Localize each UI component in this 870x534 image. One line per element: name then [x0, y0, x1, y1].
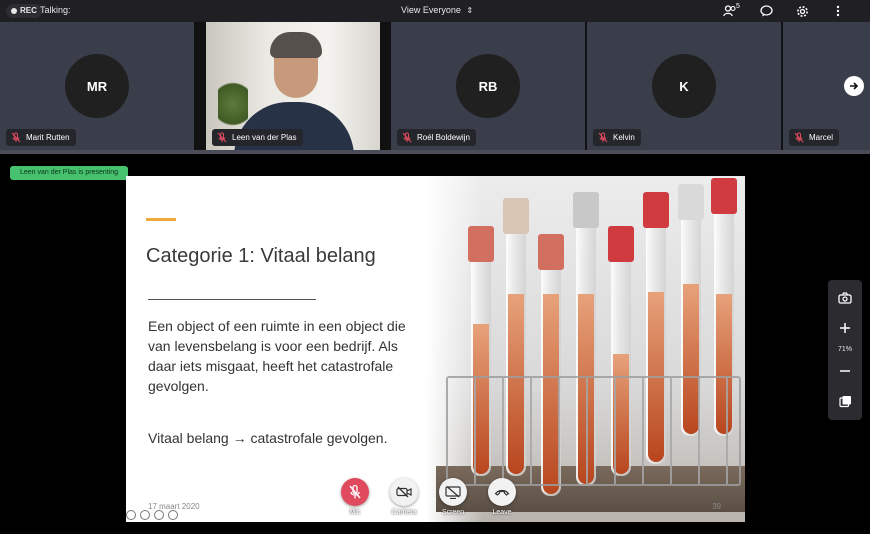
participant-video-tile[interactable]: Leen van der Plas [206, 22, 380, 150]
tube-rack [446, 376, 741, 486]
leave-control: Leave [485, 478, 519, 516]
grid-icon[interactable] [154, 510, 164, 520]
slide-accent-bar [146, 218, 176, 221]
call-controls: Mic Camera Screen Leave [338, 478, 519, 516]
camera-label: Camera [391, 509, 417, 516]
avatar: K [652, 54, 716, 118]
pen-icon[interactable] [140, 510, 150, 520]
rec-indicator: REC [6, 4, 42, 18]
slide-body-text: Een object of een ruimte in een object d… [148, 318, 406, 394]
slide-page-number: 39 [712, 502, 721, 511]
screen-share-button[interactable] [439, 478, 467, 506]
video-person-hair [270, 32, 322, 58]
screen-control: Screen [436, 478, 470, 516]
leave-button[interactable] [488, 478, 516, 506]
participant-name: Marcel [809, 133, 834, 142]
hang-up-icon [494, 489, 510, 496]
view-everyone-toggle[interactable]: View Everyone ⇕ [401, 5, 473, 15]
mic-label: Mic [349, 509, 361, 516]
presenting-badge: Leen van der Plas is presenting [10, 166, 129, 180]
name-tag: Marcel [789, 129, 840, 146]
mic-off-icon [402, 132, 412, 143]
gear-icon [796, 5, 808, 17]
mic-off-icon [11, 132, 21, 143]
settings-button[interactable] [784, 2, 820, 20]
screen-label: Screen [441, 509, 465, 516]
avatar: RB [456, 54, 520, 118]
zoom-panel: 71% [828, 280, 862, 420]
screen-share-off-icon [445, 485, 461, 499]
camera-button[interactable] [390, 478, 418, 506]
plus-icon [840, 323, 850, 333]
mic-off-icon [217, 132, 227, 143]
vertical-dots-icon [836, 5, 840, 17]
snapshot-button[interactable] [833, 286, 857, 310]
tube-cap [678, 184, 704, 220]
zoom-out-button[interactable] [833, 359, 857, 383]
participant-tile[interactable]: MR Marit Rutten [0, 22, 194, 150]
mic-control: Mic [338, 478, 372, 516]
test-tubes-photo [426, 176, 745, 522]
name-tag: Roél Boldewijn [397, 129, 476, 146]
tube-cap [573, 192, 599, 228]
slide-title-rule [148, 299, 316, 300]
tube-cap [608, 226, 634, 262]
people-icon [723, 5, 736, 17]
participant-tile[interactable]: RB Roél Boldewijn [391, 22, 585, 150]
tube-cap [503, 198, 529, 234]
minus-icon [840, 370, 850, 372]
camera-off-icon [396, 486, 412, 498]
name-tag: Leen van der Plas [212, 129, 303, 146]
participant-name: Leen van der Plas [232, 133, 297, 142]
participant-tile[interactable]: Marcel [783, 22, 870, 150]
participant-name: Marit Rutten [26, 133, 70, 142]
summary-left: Vitaal belang [148, 430, 229, 446]
zoom-in-button[interactable] [833, 316, 857, 340]
arrow-right-icon: → [232, 430, 247, 446]
talking-label: Talking: [40, 5, 71, 15]
mic-off-icon [794, 132, 804, 143]
participant-name: Roél Boldewijn [417, 133, 470, 142]
slide-title: Categorie 1: Vitaal belang [146, 245, 376, 267]
strip-resize-handle[interactable] [0, 150, 870, 154]
shared-slide: Categorie 1: Vitaal belang Een object of… [126, 176, 745, 522]
prev-slide-icon[interactable] [126, 510, 136, 520]
rec-label: REC [20, 6, 37, 15]
rec-dot-icon [11, 8, 17, 14]
arrow-right-icon [850, 82, 859, 90]
summary-right: catastrofale gevolgen. [250, 430, 388, 446]
layers-icon [838, 395, 851, 407]
participant-strip: MR Marit Rutten Leen van der Plas RB Roé… [0, 22, 870, 150]
name-tag: Kelvin [593, 129, 641, 146]
mic-button[interactable] [341, 478, 369, 506]
fit-screen-button[interactable] [833, 389, 857, 413]
participant-name: Kelvin [613, 133, 635, 142]
tube-cap [643, 192, 669, 228]
zoom-icon[interactable] [168, 510, 178, 520]
camera-icon [838, 292, 852, 304]
mic-off-icon [349, 484, 361, 499]
participant-tile[interactable]: K Kelvin [587, 22, 781, 150]
top-bar: REC Talking: View Everyone ⇕ 5 [0, 0, 870, 22]
chat-button[interactable] [748, 2, 784, 20]
presenter-mini-tools [126, 510, 178, 520]
zoom-level: 71% [837, 346, 852, 353]
more-options-button[interactable] [820, 2, 856, 20]
top-icons: 5 [712, 2, 856, 20]
view-label: View Everyone [401, 5, 461, 15]
participants-count: 5 [736, 3, 740, 10]
mic-off-icon [598, 132, 608, 143]
scroll-right-button[interactable] [844, 76, 864, 96]
tube-cap [711, 178, 737, 214]
updown-caret-icon: ⇕ [466, 6, 474, 15]
name-tag: Marit Rutten [6, 129, 76, 146]
tube-cap [468, 226, 494, 262]
participants-button[interactable]: 5 [712, 2, 748, 20]
chat-bubble-icon [759, 5, 773, 17]
avatar: MR [65, 54, 129, 118]
camera-control: Camera [387, 478, 421, 516]
tube-cap [538, 234, 564, 270]
leave-label: Leave [492, 509, 512, 516]
slide-summary: Vitaal belang → catastrofale gevolgen. [148, 430, 387, 446]
